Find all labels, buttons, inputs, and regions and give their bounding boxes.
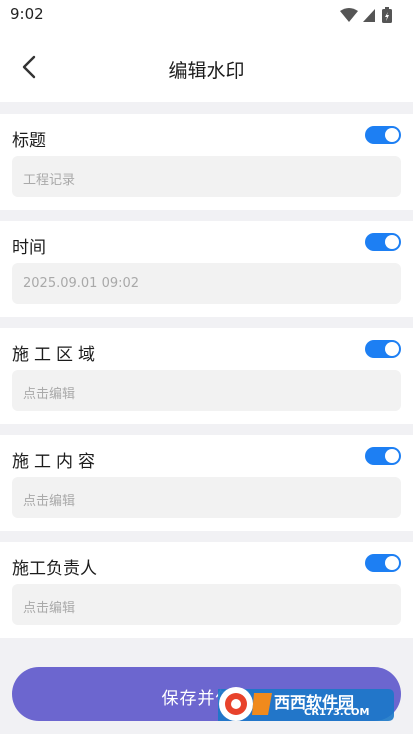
content-input-placeholder: 点击编辑	[23, 494, 76, 509]
section-label-manager: 施工负责人	[12, 559, 97, 579]
status-time: 9:02	[10, 5, 44, 23]
toggle-knob	[385, 449, 399, 463]
time-input-placeholder: 2025.09.01 09:02	[23, 276, 140, 291]
battery-charging-icon	[382, 7, 392, 23]
status-bar: 9:02	[0, 0, 413, 30]
title-input[interactable]: 工程记录	[12, 156, 401, 197]
time-input[interactable]: 2025.09.01 09:02	[12, 263, 401, 304]
title-input-placeholder: 工程记录	[23, 173, 76, 188]
toggle-manager[interactable]	[365, 554, 401, 572]
area-input-placeholder: 点击编辑	[23, 387, 76, 402]
section-label-time: 时间	[12, 238, 46, 258]
area-input[interactable]: 点击编辑	[12, 370, 401, 411]
manager-input[interactable]: 点击编辑	[12, 584, 401, 625]
section-label-content: 施工内容	[12, 452, 100, 472]
toggle-title[interactable]	[365, 126, 401, 144]
section-title-setting: 标题 工程记录	[0, 114, 413, 210]
toggle-area[interactable]	[365, 340, 401, 358]
page-title: 编辑水印	[168, 60, 245, 82]
manager-input-placeholder: 点击编辑	[23, 601, 76, 616]
toggle-content[interactable]	[365, 447, 401, 465]
section-area-setting: 施工区域 点击编辑	[0, 328, 413, 424]
toggle-knob	[385, 342, 399, 356]
section-content-setting: 施工内容 点击编辑	[0, 435, 413, 531]
header: 编辑水印	[0, 30, 413, 102]
section-manager-setting: 施工负责人 点击编辑	[0, 542, 413, 638]
watermark-url: CR173.COM	[304, 707, 370, 718]
watermark-logo: 西西软件园 CR173.COM	[212, 685, 395, 723]
toggle-time[interactable]	[365, 233, 401, 251]
toggle-knob	[385, 235, 399, 249]
status-icons	[331, 6, 401, 24]
toggle-knob	[385, 128, 399, 142]
content-input[interactable]: 点击编辑	[12, 477, 401, 518]
section-label-title: 标题	[12, 131, 46, 151]
signal-icon	[363, 9, 375, 22]
toggle-knob	[385, 556, 399, 570]
wifi-icon	[340, 8, 358, 22]
section-time-setting: 时间 2025.09.01 09:02	[0, 221, 413, 317]
section-label-area: 施工区域	[12, 345, 100, 365]
